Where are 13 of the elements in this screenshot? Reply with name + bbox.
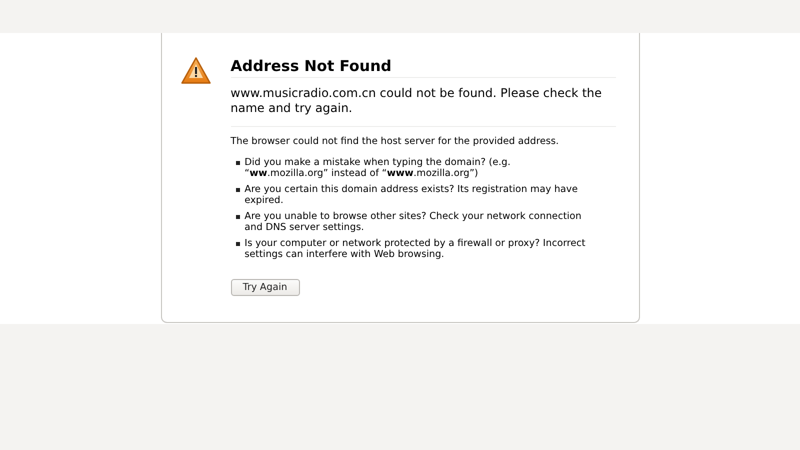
error-title: Address Not Found: [230, 57, 616, 78]
bullet-icon: [236, 161, 240, 165]
warning-icon: [181, 57, 211, 85]
bullet-icon: [236, 188, 240, 192]
bullet-icon: [236, 215, 240, 219]
error-description: The browser could not find the host server for the provided address.: [230, 136, 560, 148]
suggestion-text: Are you certain this domain address exists? Its registration may have expired.: [244, 184, 579, 206]
suggestion-text: Did you make a mistake when typing the domain? (e.g. “ww.mozilla.org” instead of “www.mozilla.org”): [244, 157, 512, 179]
error-message: www.musicradio.com.cn could not be found. Please check the name and try again.: [230, 86, 616, 127]
try-again-button[interactable]: Try Again: [230, 279, 300, 296]
suggestion-text: Are you unable to browse other sites? Check your network connection and DNS server settings.: [244, 211, 582, 233]
suggestion-text: Is your computer or network protected by a firewall or proxy? Incorrect settings can interfere with Web browsing.: [244, 238, 586, 260]
bullet-icon: [236, 242, 240, 246]
